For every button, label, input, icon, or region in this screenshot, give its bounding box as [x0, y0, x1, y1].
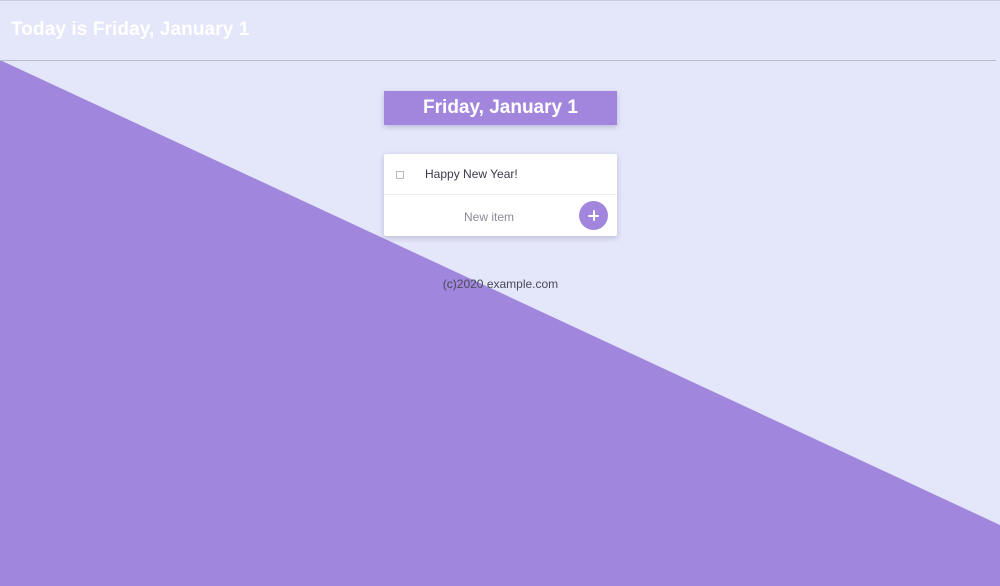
page-title: Today is Friday, January 1	[11, 19, 250, 40]
background-diagonal-shape	[0, 60, 1000, 586]
plus-icon	[588, 210, 599, 221]
todo-checkbox[interactable]	[396, 171, 404, 179]
todo-item-text: Happy New Year!	[425, 167, 518, 181]
date-banner: Friday, January 1	[384, 91, 617, 125]
date-banner-label: Friday, January 1	[423, 97, 578, 118]
todo-item: Happy New Year!	[384, 154, 617, 195]
new-item-input[interactable]	[394, 205, 584, 229]
add-item-button[interactable]	[579, 201, 608, 230]
footer-copyright: (c)2020 example.com	[442, 277, 559, 291]
page-header: Today is Friday, January 1	[0, 0, 996, 61]
todo-list-card: Happy New Year!	[384, 154, 617, 236]
new-item-row	[384, 195, 617, 236]
